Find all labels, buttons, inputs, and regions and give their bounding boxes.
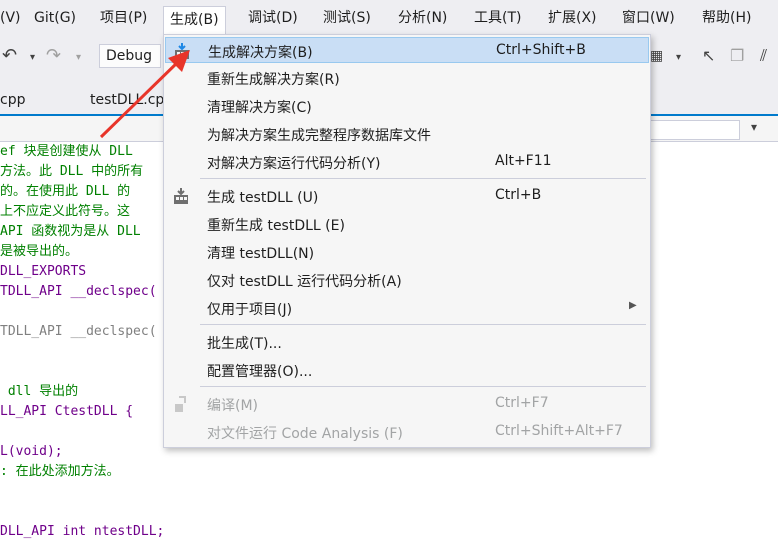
code-line: LL_API CtestDLL { xyxy=(0,404,134,419)
menu-clean-project[interactable]: 清理 testDLL(N) xyxy=(165,239,649,265)
solution-configuration-select[interactable]: Debug xyxy=(99,44,161,68)
menu-tools[interactable]: 工具(T) xyxy=(468,4,527,32)
menu-build-project[interactable]: 生成 testDLL (U) Ctrl+B xyxy=(165,183,649,209)
menu-run-code-analysis-project[interactable]: 仅对 testDLL 运行代码分析(A) xyxy=(165,267,649,293)
menu-item-shortcut: Alt+F11 xyxy=(495,153,552,169)
menu-item-label: 仅用于项目(J) xyxy=(207,302,293,318)
code-line: TDLL_API __declspec( xyxy=(0,284,157,299)
tab-testdll-cpp[interactable]: testDLL.cp xyxy=(90,92,164,108)
menu-item-label: 对解决方案运行代码分析(Y) xyxy=(207,156,381,172)
tab-cpp[interactable]: cpp xyxy=(0,92,25,108)
menu-item-label: 配置管理器(O)... xyxy=(207,364,313,380)
toolbar-layout-icon[interactable]: ▦ xyxy=(650,46,663,66)
build-icon xyxy=(175,43,189,59)
menu-rebuild-project[interactable]: 重新生成 testDLL (E) xyxy=(165,211,649,237)
code-line: TDLL_API __declspec( xyxy=(0,324,157,339)
member-dropdown[interactable] xyxy=(650,120,740,140)
menu-debug[interactable]: 调试(D) xyxy=(242,4,304,32)
menu-item-label: 清理 testDLL(N) xyxy=(207,246,315,262)
code-line: 的。在使用此 DLL 的 xyxy=(0,184,131,199)
copy-icon[interactable]: ❐ xyxy=(730,46,744,66)
menu-item-shortcut: Ctrl+F7 xyxy=(495,395,549,411)
code-line: : 在此处添加方法。 xyxy=(0,464,120,479)
undo-dropdown-icon[interactable]: ▾ xyxy=(30,48,35,68)
solution-configuration-value: Debug xyxy=(106,48,153,64)
menu-separator xyxy=(200,178,646,179)
menu-item-shortcut: Ctrl+B xyxy=(495,187,542,203)
format-icon[interactable]: ⫽ xyxy=(760,46,767,66)
undo-icon[interactable]: ↶ xyxy=(2,46,17,66)
code-line: 方法。此 DLL 中的所有 xyxy=(0,164,144,179)
menu-git[interactable]: Git(G) xyxy=(28,4,82,32)
cursor-select-icon[interactable]: ↖ xyxy=(702,46,715,66)
code-line: 是被导出的。 xyxy=(0,244,79,259)
menu-project-only[interactable]: 仅用于项目(J) ▶ xyxy=(165,295,649,321)
toolbar-dropdown-icon[interactable]: ▾ xyxy=(676,48,681,68)
menu-extensions[interactable]: 扩展(X) xyxy=(542,4,603,32)
menu-test[interactable]: 测试(S) xyxy=(317,4,377,32)
menu-project[interactable]: 项目(P) xyxy=(94,4,153,32)
menu-compile[interactable]: 编译(M) Ctrl+F7 xyxy=(165,391,649,417)
menu-bar: 图(V) Git(G) 项目(P) 生成(B) 调试(D) 测试(S) 分析(N… xyxy=(0,0,778,36)
code-line: DLL_EXPORTS xyxy=(0,264,87,279)
menu-build[interactable]: 生成(B) xyxy=(163,6,226,36)
submenu-arrow-icon: ▶ xyxy=(629,300,637,311)
menu-analyze[interactable]: 分析(N) xyxy=(392,4,453,32)
menu-view[interactable]: 图(V) xyxy=(0,4,27,32)
build-icon xyxy=(174,188,188,204)
menu-item-label: 对文件运行 Code Analysis (F) xyxy=(207,426,403,442)
menu-item-label: 生成解决方案(B) xyxy=(208,45,313,61)
redo-dropdown-icon[interactable]: ▾ xyxy=(76,48,81,68)
code-line: DLL_API int ntestDLL; xyxy=(0,524,165,539)
code-line: API 函数视为是从 DLL xyxy=(0,224,141,239)
menu-item-label: 编译(M) xyxy=(207,398,259,414)
menu-item-label: 生成 testDLL (U) xyxy=(207,190,319,206)
menu-run-code-analysis-solution[interactable]: 对解决方案运行代码分析(Y) Alt+F11 xyxy=(165,149,649,175)
code-line: ef 块是创建使从 DLL xyxy=(0,144,133,159)
menu-build-solution[interactable]: 生成解决方案(B) Ctrl+Shift+B xyxy=(165,37,649,63)
menu-separator xyxy=(200,324,646,325)
code-line: dll 导出的 xyxy=(0,384,79,399)
compile-icon xyxy=(175,396,186,412)
chevron-down-icon[interactable]: ▾ xyxy=(751,120,757,134)
menu-rebuild-solution[interactable]: 重新生成解决方案(R) xyxy=(165,65,649,91)
menu-item-label: 清理解决方案(C) xyxy=(207,100,312,116)
code-line: 上不应定义此符号。这 xyxy=(0,204,131,219)
code-line: L(void); xyxy=(0,444,63,459)
menu-help[interactable]: 帮助(H) xyxy=(696,4,757,32)
menu-item-label: 批生成(T)... xyxy=(207,336,282,352)
menu-item-shortcut: Ctrl+Shift+Alt+F7 xyxy=(495,423,623,439)
build-menu-dropdown: 生成解决方案(B) Ctrl+Shift+B 重新生成解决方案(R) 清理解决方… xyxy=(163,34,651,448)
menu-item-label: 仅对 testDLL 运行代码分析(A) xyxy=(207,274,402,290)
menu-item-shortcut: Ctrl+Shift+B xyxy=(496,42,586,58)
menu-window[interactable]: 窗口(W) xyxy=(616,4,681,32)
menu-generate-pdb[interactable]: 为解决方案生成完整程序数据库文件 xyxy=(165,121,649,147)
menu-item-label: 为解决方案生成完整程序数据库文件 xyxy=(207,128,431,144)
menu-run-code-analysis-file[interactable]: 对文件运行 Code Analysis (F) Ctrl+Shift+Alt+F… xyxy=(165,419,649,445)
redo-icon[interactable]: ↷ xyxy=(46,46,61,66)
menu-clean-solution[interactable]: 清理解决方案(C) xyxy=(165,93,649,119)
menu-configuration-manager[interactable]: 配置管理器(O)... xyxy=(165,357,649,383)
menu-separator xyxy=(200,386,646,387)
menu-batch-build[interactable]: 批生成(T)... xyxy=(165,329,649,355)
menu-item-label: 重新生成解决方案(R) xyxy=(207,72,340,88)
menu-item-label: 重新生成 testDLL (E) xyxy=(207,218,345,234)
